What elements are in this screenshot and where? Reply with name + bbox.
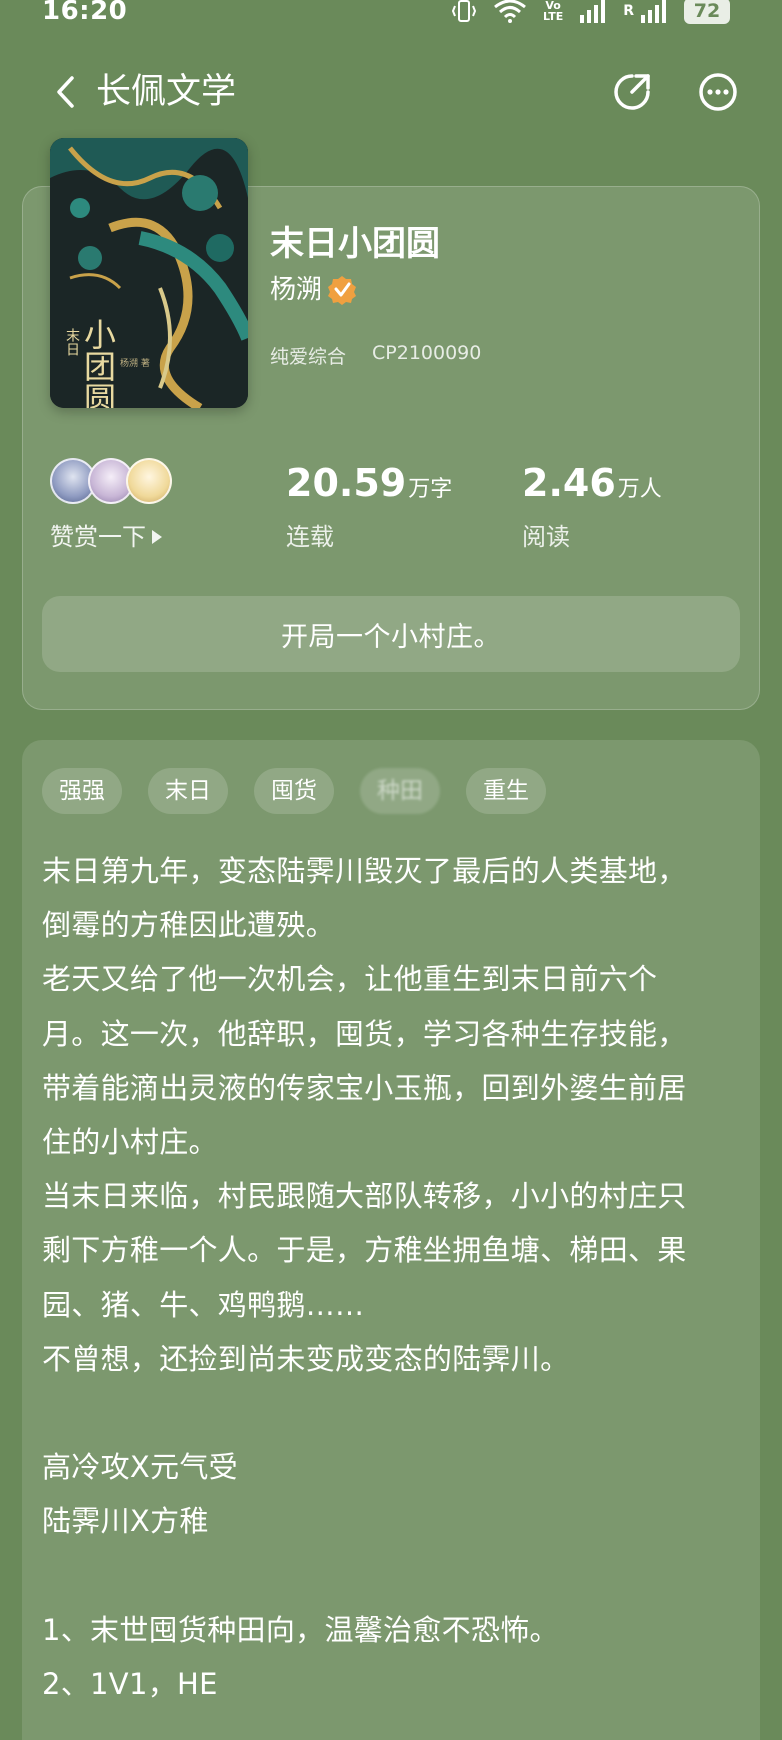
status-time: 16:20	[42, 0, 128, 26]
top-nav: 长佩文学	[0, 60, 782, 124]
description-line: 园、猪、牛、鸡鸭鹅……	[42, 1287, 365, 1322]
readers-unit: 万人	[617, 477, 662, 502]
description-line: 1、末世囤货种田向，温馨治愈不恐怖。	[42, 1612, 559, 1647]
reward-avatars[interactable]	[50, 458, 180, 506]
description-line: 末日第九年，变态陆霁川毁灭了最后的人类基地，	[42, 854, 687, 888]
more-icon	[699, 73, 737, 111]
description-line	[42, 1548, 742, 1602]
description-line: 高冷攻X元气受	[42, 1450, 238, 1485]
status-bar: 16:20 Vo LTE R 72	[0, 0, 782, 30]
book-meta: 纯爱综合 CP2100090	[270, 342, 481, 369]
book-cover[interactable]: 末日 小团圆 杨溯 著	[50, 138, 248, 408]
tag-item[interactable]: 强强	[42, 768, 122, 814]
readers-stat: 2.46万人 阅读	[522, 458, 662, 551]
page-title: 长佩文学	[96, 72, 237, 112]
description-line: 月。这一次，他辞职，囤货，学习各种生存技能，	[42, 1016, 687, 1051]
chevron-left-icon	[57, 76, 74, 108]
vibrate-icon	[451, 0, 477, 22]
battery-indicator: 72	[684, 0, 730, 24]
latest-chapter-button[interactable]: 开局一个小村庄。	[42, 596, 740, 672]
description-line: 当末日来临，村民跟随大部队转移，小小的村庄只	[42, 1179, 687, 1214]
description-line: 陆霁川X方稚	[42, 1504, 209, 1539]
serial-status: 连载	[286, 523, 334, 551]
wifi-icon	[494, 0, 526, 23]
cover-big-title: 小团圆	[79, 318, 117, 408]
back-button[interactable]	[46, 72, 86, 112]
verified-badge-icon	[328, 276, 357, 305]
signal-icon-1	[580, 0, 606, 23]
author-name[interactable]: 杨溯	[270, 272, 322, 308]
description-line	[42, 1386, 742, 1440]
roaming-mark: R	[623, 3, 634, 19]
tag-item[interactable]: 种田	[360, 768, 440, 814]
readers-label: 阅读	[522, 523, 570, 551]
word-count: 20.59	[286, 461, 407, 505]
book-category[interactable]: 纯爱综合	[270, 342, 346, 369]
word-count-stat: 20.59万字 连载	[286, 458, 453, 551]
word-unit: 万字	[408, 477, 453, 502]
cover-author-mark: 杨溯 著	[120, 357, 150, 369]
book-title: 末日小团圆	[270, 224, 440, 264]
tag-list: 强强 末日 囤货 种田 重生	[42, 768, 546, 814]
description-line: 不曾想，还捡到尚未变成变态的陆霁川。	[42, 1341, 570, 1376]
share-button[interactable]	[610, 70, 654, 114]
tag-item[interactable]: 重生	[466, 768, 546, 814]
author-row[interactable]: 杨溯	[270, 272, 358, 308]
play-triangle-icon	[152, 530, 162, 544]
signal-icon-2	[641, 0, 666, 23]
tag-item[interactable]: 末日	[148, 768, 228, 814]
book-cp-code: CP2100090	[372, 342, 482, 364]
reward-label: 赞赏一下	[50, 523, 146, 551]
description-line: 老天又给了他一次机会，让他重生到末日前六个	[42, 962, 658, 997]
description-line: 带着能滴出灵液的传家宝小玉瓶，回到外婆生前居	[42, 1070, 687, 1105]
share-icon	[614, 74, 650, 110]
cover-illustration: 末日 小团圆 杨溯 著	[50, 138, 248, 408]
avatar	[126, 458, 172, 504]
description-line: 倒霉的方稚因此遭殃。	[42, 908, 336, 943]
reward-button[interactable]: 赞赏一下	[50, 520, 164, 554]
status-icons: Vo LTE R 72	[451, 0, 730, 26]
tag-item[interactable]: 囤货	[254, 768, 334, 814]
book-description: 末日第九年，变态陆霁川毁灭了最后的人类基地， 倒霉的方稚因此遭殃。 老天又给了他…	[42, 844, 742, 1711]
cover-small-title: 末日	[64, 328, 80, 356]
description-line: 2、1V1，HE	[42, 1666, 218, 1701]
more-button[interactable]	[696, 70, 740, 114]
description-line: 住的小村庄。	[42, 1124, 218, 1159]
description-line: 剩下方稚一个人。于是，方稚坐拥鱼塘、梯田、果	[42, 1233, 687, 1268]
network-type: Vo LTE	[543, 0, 564, 23]
readers-count: 2.46	[522, 461, 616, 505]
